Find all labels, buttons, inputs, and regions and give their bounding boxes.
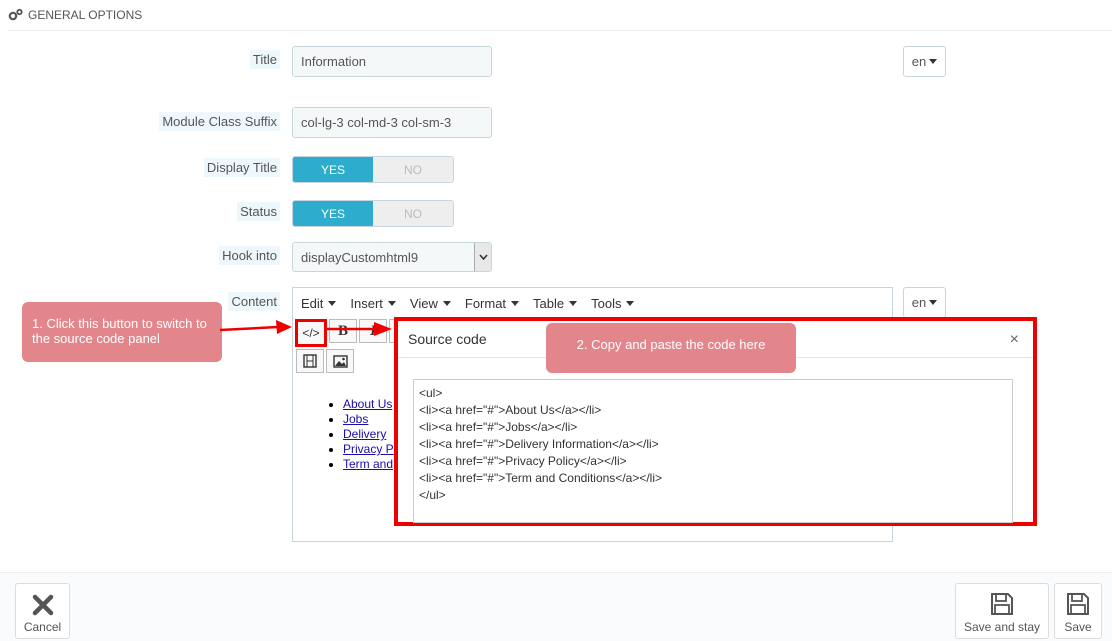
display-title-label: Display Title [203,158,280,177]
title-lang-value: en [911,54,927,69]
modal-title: Source code [408,331,487,347]
panel-footer [0,572,1112,641]
caret-down-icon [387,300,396,306]
status-no[interactable]: NO [373,201,453,226]
hook-select[interactable]: displayCustomhtml9 [292,242,492,272]
display-title-switch[interactable]: YES NO [292,156,454,183]
caret-down-icon [929,59,938,64]
preview-list: About Us Jobs Delivery Privacy P Term an… [293,397,403,472]
preview-link[interactable]: Jobs [343,412,368,426]
save-and-stay-button[interactable]: Save and stay [955,583,1049,639]
title-input[interactable]: Information [292,46,492,77]
menu-format[interactable]: Format [465,296,520,311]
editor-menubar: Edit Insert View Format Table Tools [293,288,892,318]
display-title-label-wrap: Display Title [0,158,280,177]
display-title-yes[interactable]: YES [293,157,373,182]
hook-label: Hook into [219,246,280,265]
menu-table[interactable]: Table [533,296,578,311]
preview-link[interactable]: Delivery [343,427,386,441]
arrow-annotations [220,320,392,336]
status-yes[interactable]: YES [293,201,373,226]
video-button[interactable] [296,349,324,373]
caret-down-icon [442,300,451,306]
callout-step2: 2. Copy and paste the code here [546,323,796,373]
title-label-wrap: Title [0,50,280,69]
hook-value: displayCustomhtml9 [301,249,419,265]
menu-insert[interactable]: Insert [350,296,396,311]
status-label-wrap: Status [0,202,280,221]
close-icon[interactable]: × [1010,331,1019,349]
menu-edit[interactable]: Edit [301,296,337,311]
editor-toolbar-2 [296,349,354,373]
suffix-input[interactable]: col-lg-3 col-md-3 col-sm-3 [292,107,492,138]
caret-down-icon [929,300,938,305]
content-lang-value: en [911,295,927,310]
save-and-stay-label: Save and stay [963,620,1041,634]
select-arrow-icon [474,243,491,271]
close-icon [32,594,53,616]
caret-down-icon [569,300,578,306]
status-label: Status [237,202,280,221]
floppy-disk-icon [991,593,1013,615]
save-label: Save [1064,620,1092,634]
menu-view[interactable]: View [410,296,451,311]
title-lang-dropdown[interactable]: en [903,46,946,77]
preview-link[interactable]: About Us [343,397,392,411]
hook-label-wrap: Hook into [0,246,280,265]
suffix-label: Module Class Suffix [159,112,280,131]
content-lang-dropdown[interactable]: en [903,287,946,318]
film-icon [303,354,317,368]
suffix-label-wrap: Module Class Suffix [0,112,280,131]
panel-title: GENERAL OPTIONS [28,8,143,22]
panel-heading: GENERAL OPTIONS [8,0,1112,31]
image-icon [332,354,348,368]
menu-tools[interactable]: Tools [591,296,635,311]
editor-preview: About Us Jobs Delivery Privacy P Term an… [293,397,403,472]
floppy-disk-icon [1067,593,1089,615]
save-button[interactable]: Save [1054,583,1102,639]
preview-link[interactable]: Privacy P [343,442,394,456]
caret-down-icon [626,300,635,306]
caret-down-icon [328,300,337,306]
status-switch[interactable]: YES NO [292,200,454,227]
gears-icon [8,8,23,21]
display-title-no[interactable]: NO [373,157,453,182]
cancel-label: Cancel [23,620,62,634]
image-button[interactable] [326,349,354,373]
content-label: Content [228,292,280,311]
caret-down-icon [511,300,520,306]
title-label: Title [249,50,280,69]
source-code-textarea[interactable]: <ul> <li><a href="#">About Us</a></li> <… [413,379,1013,523]
callout-step1: 1. Click this button to switch to the so… [22,302,222,362]
preview-link[interactable]: Term and [343,457,393,471]
cancel-button[interactable]: Cancel [15,583,70,639]
